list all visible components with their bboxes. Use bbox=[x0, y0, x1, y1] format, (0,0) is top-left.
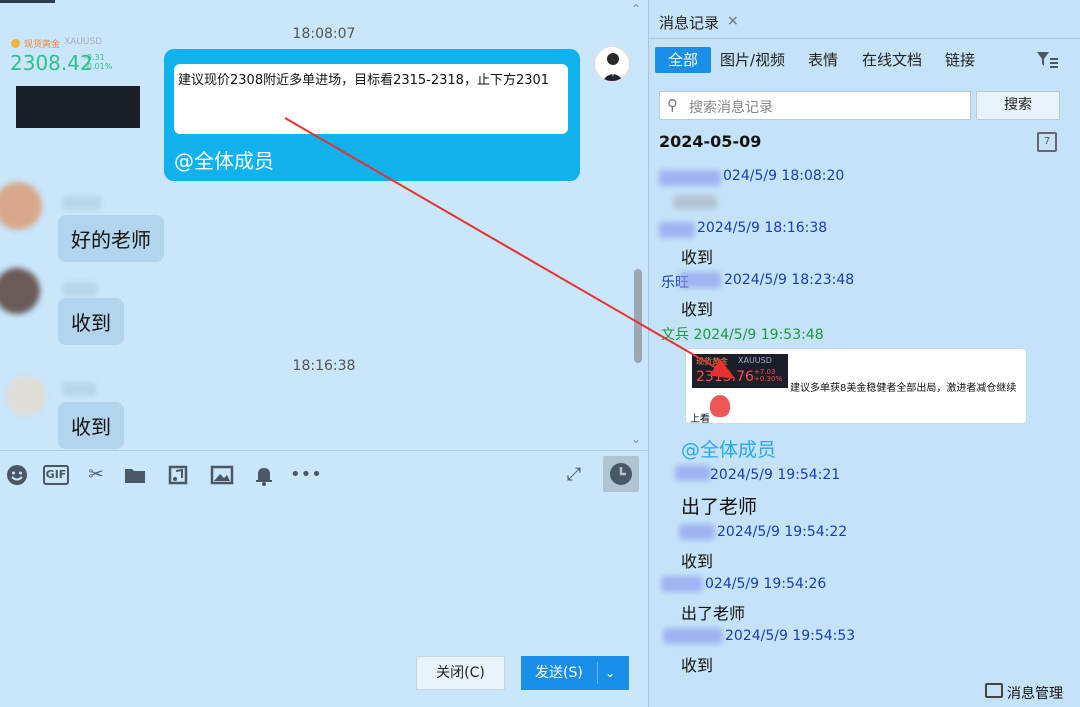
ticker-name: 现货黄金 bbox=[696, 357, 728, 366]
image-message-card[interactable]: 现货黄金 XAUUSD 2315.76 +7.03 +0.30% 建议多单获8美… bbox=[685, 348, 1027, 425]
message-bubble[interactable]: 好的老师 bbox=[58, 215, 164, 262]
record-header: 2024/5/9 18:16:38 bbox=[697, 220, 828, 236]
ticker-price: 2315.76 bbox=[696, 369, 754, 385]
date-heading: 2024-05-09 bbox=[659, 132, 762, 151]
clock-icon bbox=[610, 463, 632, 485]
sender-name bbox=[62, 282, 98, 296]
mention-all[interactable]: @全体成员 bbox=[681, 435, 776, 462]
outgoing-message[interactable]: 建议现价2308附近多单进场，目标看2315-2318，止下方2301 @全体成… bbox=[164, 49, 580, 181]
filter-emoji[interactable]: 表情 bbox=[808, 47, 838, 73]
music-icon[interactable] bbox=[166, 463, 190, 487]
ticker-name: 现货黄金 bbox=[24, 40, 61, 50]
chat-area: 18:08:07 建议现价2308附近多单进场，目标看2315-2318，止下方… bbox=[0, 0, 648, 450]
sender-name bbox=[679, 272, 721, 288]
history-button[interactable] bbox=[603, 456, 639, 492]
gif-icon[interactable]: GIF bbox=[43, 465, 69, 485]
ticker-change-pct: -0.01% bbox=[84, 62, 113, 71]
send-divider bbox=[597, 662, 598, 684]
record-header: 2024/5/9 18:23:48 bbox=[724, 272, 855, 288]
tab-message-history[interactable]: 消息记录 bbox=[659, 12, 719, 33]
calendar-icon[interactable]: 7 bbox=[1037, 132, 1057, 152]
avatar[interactable] bbox=[0, 268, 40, 314]
record-header: 024/5/9 18:08:20 bbox=[723, 168, 845, 184]
record-body-blurred bbox=[673, 195, 717, 209]
search-placeholder: 搜索消息记录 bbox=[689, 100, 773, 116]
ticker-change: +7.03 +0.30% bbox=[754, 369, 782, 383]
person-icon bbox=[602, 53, 624, 81]
mention-all[interactable]: @全体成员 bbox=[174, 145, 274, 174]
scroll-down-icon[interactable]: ⌄ bbox=[631, 432, 641, 446]
message-manage-link[interactable]: 消息管理 bbox=[1007, 683, 1063, 703]
chat-scrollbar[interactable] bbox=[634, 269, 642, 363]
expand-icon[interactable]: ⤢ bbox=[562, 463, 586, 487]
record-header: 2024/5/9 19:54:21 bbox=[710, 467, 841, 483]
search-input[interactable]: ⚲ 搜索消息记录 bbox=[659, 91, 971, 120]
image-icon[interactable] bbox=[210, 463, 234, 487]
timestamp: 18:16:38 bbox=[292, 358, 356, 374]
chevron-down-icon[interactable]: ⌄ bbox=[605, 656, 615, 690]
emoji-icon[interactable] bbox=[5, 463, 29, 487]
search-icon: ⚲ bbox=[667, 96, 678, 114]
filter-media[interactable]: 图片/视频 bbox=[720, 47, 785, 73]
record-header: 2024/5/9 19:54:22 bbox=[717, 524, 848, 540]
sender-name bbox=[679, 524, 715, 540]
self-avatar[interactable] bbox=[594, 46, 630, 82]
ticker-change-pct: +0.30% bbox=[754, 375, 783, 383]
send-label: 发送(S) bbox=[535, 665, 583, 681]
ticker-symbol: XAUUSD bbox=[64, 37, 103, 47]
record-header: 024/5/9 19:54:26 bbox=[705, 576, 827, 592]
message-text: 建议现价2308附近多单进场，目标看2315-2318，止下方2301 bbox=[178, 73, 550, 88]
send-button[interactable]: 发送(S) ⌄ bbox=[521, 656, 629, 690]
folder-icon[interactable] bbox=[123, 463, 147, 487]
input-toolbar: GIF ✂ ••• ⤢ bbox=[0, 450, 648, 496]
card-text: 建议多单获8美金稳健者全部出局，激进者减仓继续 bbox=[790, 383, 1017, 394]
avatar[interactable] bbox=[0, 182, 42, 230]
ticker-image[interactable] bbox=[16, 86, 140, 128]
card-text-continued: 上看 bbox=[690, 414, 710, 425]
filter-icon[interactable] bbox=[1035, 50, 1059, 70]
sender-name bbox=[675, 465, 711, 481]
message-card: 建议现价2308附近多单进场，目标看2315-2318，止下方2301 bbox=[174, 64, 568, 134]
tab-divider bbox=[649, 38, 1080, 39]
record-header: 文兵 2024/5/9 19:53:48 bbox=[661, 327, 824, 343]
sender-name bbox=[659, 170, 721, 186]
filter-links[interactable]: 链接 bbox=[945, 47, 975, 73]
close-button[interactable]: 关闭(C) bbox=[416, 656, 505, 690]
filter-docs[interactable]: 在线文档 bbox=[862, 47, 922, 73]
ticker-symbol: XAUUSD bbox=[738, 356, 772, 365]
sender-name bbox=[663, 628, 723, 644]
record-body: 出了老师 bbox=[681, 604, 746, 623]
message-bubble[interactable]: 收到 bbox=[58, 298, 124, 345]
close-icon[interactable]: × bbox=[727, 13, 739, 29]
search-button[interactable]: 搜索 bbox=[976, 91, 1060, 120]
ticker-image[interactable]: 现货黄金 XAUUSD 2315.76 +7.03 +0.30% bbox=[692, 354, 788, 388]
message-history-panel: 消息记录 × 全部 图片/视频 表情 在线文档 链接 ⚲ 搜索消息记录 搜索 2… bbox=[648, 0, 1080, 707]
scissors-icon[interactable]: ✂ bbox=[84, 463, 108, 487]
sender-name bbox=[659, 222, 695, 238]
sender-name bbox=[62, 382, 96, 396]
record-body: 收到 bbox=[681, 552, 714, 571]
record-body: 出了老师 bbox=[681, 496, 758, 518]
record-body: 收到 bbox=[681, 656, 714, 675]
gold-coin-icon bbox=[11, 39, 20, 48]
message-manage-icon[interactable] bbox=[985, 683, 1003, 698]
bell-icon[interactable] bbox=[252, 463, 276, 487]
record-header: 2024/5/9 19:54:53 bbox=[725, 628, 856, 644]
message-bubble[interactable]: 收到 bbox=[58, 402, 124, 449]
top-edge-bar bbox=[0, 0, 55, 3]
ticker-price: 2308.42 bbox=[10, 51, 93, 75]
sender-name bbox=[661, 576, 703, 592]
filter-all[interactable]: 全部 bbox=[655, 47, 712, 73]
record-body: 收到 bbox=[681, 300, 714, 319]
fox-sticker-icon bbox=[710, 395, 730, 417]
record-body: 收到 bbox=[681, 248, 714, 267]
sender-name bbox=[62, 196, 102, 210]
avatar[interactable] bbox=[6, 376, 46, 416]
scroll-up-icon[interactable]: ⌃ bbox=[631, 2, 641, 16]
ticker-change-value: -0.31 bbox=[84, 53, 105, 62]
ticker-change: -0.31 -0.01% bbox=[84, 53, 112, 71]
more-icon[interactable]: ••• bbox=[290, 463, 322, 487]
